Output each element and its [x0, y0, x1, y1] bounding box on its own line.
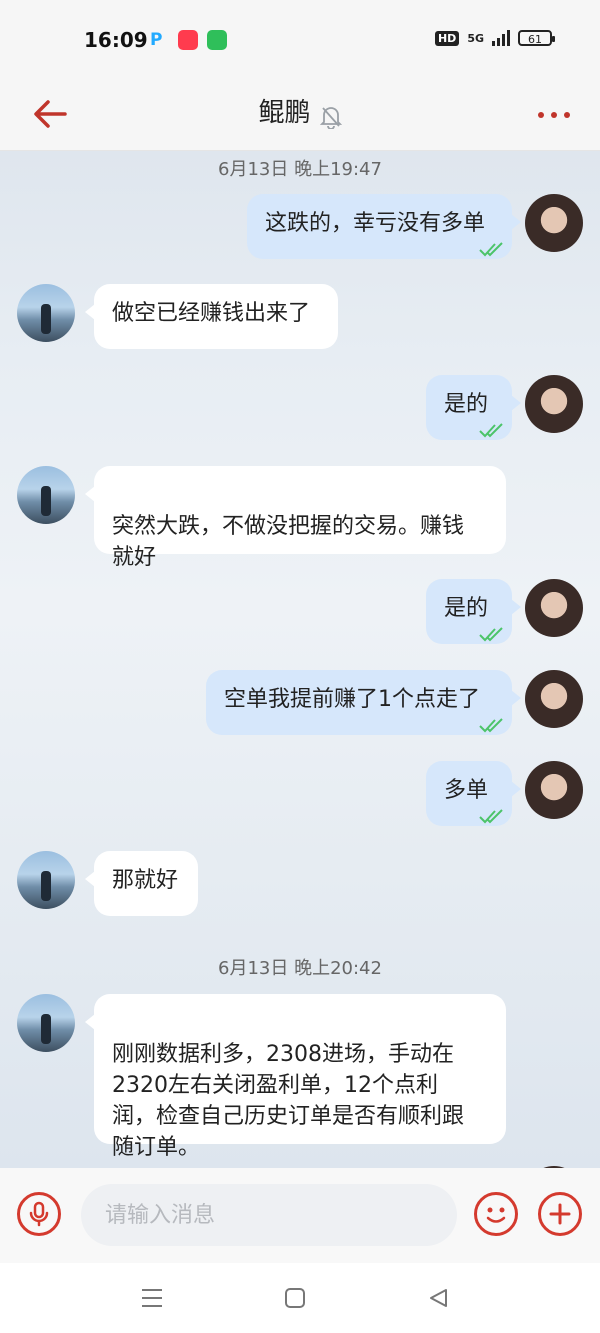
more-button[interactable] [534, 98, 574, 132]
chat-area[interactable]: 6月13日 晚上19:47 这跌的，幸亏没有多单 做空已经赚钱出来了 是的 突然… [0, 151, 600, 1168]
message-text: 是的 [444, 596, 489, 621]
bell-muted-icon [319, 106, 342, 129]
message-text: 多单 [444, 778, 489, 803]
back-nav-button[interactable] [423, 1283, 453, 1313]
avatar[interactable] [525, 194, 583, 252]
read-check-icon [479, 718, 503, 733]
emoji-icon [486, 1207, 506, 1223]
avatar[interactable] [525, 579, 583, 637]
message-bubble[interactable]: 空单我提前赚了1个点走了 [206, 670, 521, 735]
message-text: 刚刚数据利多，2308进场，手动在 2320左右关闭盈利单，12个点利 润，检查… [112, 1042, 465, 1160]
plus-icon [549, 1203, 571, 1225]
timestamp: 6月13日 晚上20:42 [218, 958, 382, 979]
message-text: 这跌的，幸亏没有多单 [265, 211, 486, 236]
home-button[interactable] [280, 1283, 310, 1313]
message-bubble[interactable]: 是的 [426, 375, 521, 440]
avatar[interactable] [525, 670, 583, 728]
avatar[interactable] [17, 284, 75, 342]
system-nav-bar [0, 1263, 600, 1333]
plus-button[interactable] [538, 1192, 582, 1236]
read-check-icon [479, 809, 503, 824]
emoji-button[interactable] [474, 1192, 518, 1236]
message-bubble[interactable]: 是的 [426, 579, 521, 644]
menu-button[interactable] [137, 1283, 167, 1313]
message-input[interactable] [81, 1184, 457, 1246]
message-bubble[interactable]: 那就好 [85, 851, 198, 916]
microphone-icon [29, 1201, 49, 1227]
home-square-icon [285, 1288, 305, 1308]
message-text: 是的 [444, 392, 489, 417]
chat-title: 鲲鹏 [258, 98, 311, 128]
network-label: 5G [467, 31, 484, 45]
message-text: 那就好 [112, 868, 179, 893]
input-bar [0, 1168, 600, 1263]
hd-badge: HD [434, 30, 460, 46]
message-bubble[interactable]: 这跌的，幸亏没有多单 [247, 194, 521, 259]
avatar[interactable] [525, 375, 583, 433]
signal-icon [492, 30, 510, 46]
message-app-icon [207, 30, 227, 50]
avatar[interactable] [17, 994, 75, 1052]
avatar[interactable] [17, 851, 75, 909]
message-text: 做空已经赚钱出来了 [112, 301, 311, 326]
avatar[interactable] [525, 761, 583, 819]
message-bubble[interactable]: 多单 [426, 761, 521, 826]
status-time: 16:09 [84, 28, 148, 52]
status-indicators: HD 5G 61 [434, 30, 555, 46]
chat-header: 鲲鹏 [0, 80, 600, 151]
read-check-icon [479, 242, 503, 257]
battery-icon: 61 [518, 30, 555, 46]
read-check-icon [479, 423, 503, 438]
timestamp: 6月13日 晚上19:47 [218, 159, 382, 180]
title-wrap: 鲲鹏 [0, 92, 600, 129]
music-app-icon [178, 30, 198, 50]
message-bubble[interactable]: 突然大跌，不做没把握的交易。赚钱 就好 [85, 466, 506, 570]
message-text: 空单我提前赚了1个点走了 [224, 687, 480, 712]
p-app-icon: P [150, 30, 163, 50]
avatar[interactable] [17, 466, 75, 524]
more-dots-icon [538, 112, 544, 118]
back-triangle-icon [430, 1289, 447, 1307]
message-bubble[interactable]: 做空已经赚钱出来了 [85, 284, 338, 349]
message-bubble[interactable]: 刚刚数据利多，2308进场，手动在 2320左右关闭盈利单，12个点利 润，检查… [85, 994, 506, 1160]
menu-icon [142, 1289, 162, 1307]
message-text: 突然大跌，不做没把握的交易。赚钱 就好 [112, 514, 465, 570]
read-check-icon [479, 627, 503, 642]
status-bar: 16:09 P HD 5G 61 [0, 0, 600, 80]
voice-button[interactable] [17, 1192, 61, 1236]
